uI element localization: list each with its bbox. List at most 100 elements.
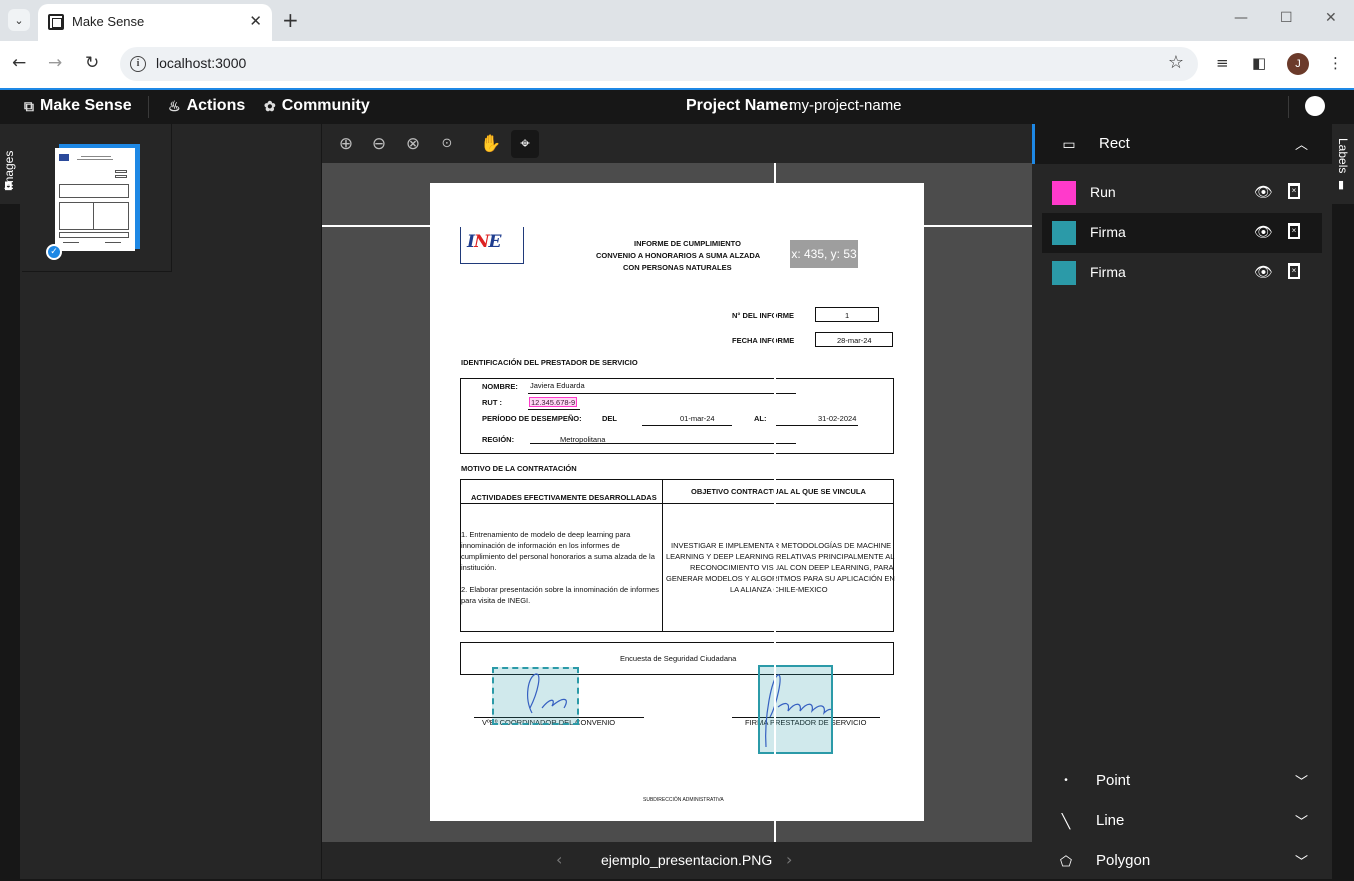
- annotation-run-box[interactable]: [529, 397, 577, 407]
- label-color-swatch[interactable]: [1052, 221, 1076, 245]
- editor-area[interactable]: ⊕ ⊖ ⊗ ⊙ ✋ ⌖ INE INFORME DE CUMPLIMIENTO …: [322, 124, 1032, 879]
- app-top-navigation: ⧉ Make Sense ♨ Actions ✿ Community Proje…: [0, 90, 1354, 124]
- hand-icon[interactable]: ✋: [477, 130, 505, 158]
- plant-icon: ✿: [264, 97, 276, 114]
- eye-icon[interactable]: 👁: [1254, 223, 1273, 241]
- side-panel-icon[interactable]: ◧: [1252, 54, 1266, 72]
- polygon-section-label: Polygon: [1096, 852, 1151, 869]
- url-text: localhost:3000: [156, 55, 247, 71]
- region-underline: [530, 443, 796, 444]
- eye-icon[interactable]: 👁: [1254, 183, 1273, 201]
- trash-icon[interactable]: ×: [1288, 263, 1300, 279]
- objective-line3: RECONOCIMIENTO VISUAL CON DEEP LEARNING,…: [690, 563, 894, 572]
- rut-label: RUT :: [482, 398, 502, 407]
- tab-search-button[interactable]: ⌄: [8, 9, 30, 31]
- actions-label: Actions: [186, 97, 246, 114]
- reload-icon[interactable]: ↻: [85, 53, 99, 73]
- polygon-section-header[interactable]: ⬠ Polygon ﹀: [1032, 841, 1332, 881]
- point-section-header[interactable]: • Point ﹀: [1032, 761, 1332, 801]
- bookmark-star-icon[interactable]: ☆: [1168, 52, 1184, 73]
- doc-header-1: INFORME DE CUMPLIMIENTO: [634, 239, 741, 248]
- community-label: Community: [281, 97, 370, 114]
- maximize-icon[interactable]: ☐: [1280, 10, 1293, 26]
- label-name[interactable]: Firma: [1090, 264, 1126, 280]
- line-icon: ╲: [1061, 813, 1071, 829]
- trash-icon[interactable]: ×: [1288, 183, 1300, 199]
- eye-icon[interactable]: 👁: [1254, 263, 1273, 281]
- zoom-out-icon[interactable]: ⊖: [365, 130, 393, 158]
- labels-side-tab[interactable]: Labels ▮: [1332, 124, 1354, 879]
- zoom-in-icon[interactable]: ⊕: [332, 130, 360, 158]
- crosshair-vertical-guide: [774, 163, 776, 842]
- next-image-icon[interactable]: ›: [786, 850, 792, 869]
- actions-menu[interactable]: ♨ Actions: [168, 97, 245, 115]
- image-thumbnail[interactable]: ✓: [22, 124, 172, 272]
- site-info-icon[interactable]: i: [130, 56, 146, 72]
- al-value: 31-02-2024: [818, 414, 857, 423]
- label-row-firma-selected[interactable]: Firma 👁 ×: [1042, 213, 1322, 253]
- label-row-run[interactable]: Run 👁 ×: [1042, 173, 1322, 213]
- point-section-label: Point: [1096, 772, 1131, 789]
- new-tab-button[interactable]: +: [282, 9, 299, 31]
- back-arrow-icon[interactable]: ←: [12, 53, 26, 73]
- forward-arrow-icon[interactable]: →: [48, 53, 62, 73]
- activity1-line4: institución.: [461, 563, 497, 572]
- browser-toolbar: ← → ↻ i localhost:3000 ☆ ≡ ◧ J ⋮: [0, 41, 1354, 88]
- zoom-fit-icon[interactable]: ⊗: [399, 130, 427, 158]
- address-bar[interactable]: i localhost:3000 ☆: [120, 47, 1198, 81]
- chevron-down-icon[interactable]: ﹀: [1295, 811, 1308, 830]
- doc-header-2: CONVENIO A HONORARIOS A SUMA ALZADA: [596, 251, 761, 260]
- annotation-firma-box-selected[interactable]: [492, 667, 579, 725]
- crosshair-icon[interactable]: ⌖: [511, 130, 539, 158]
- brand-link[interactable]: ⧉ Make Sense: [24, 97, 132, 115]
- chevron-down-icon[interactable]: ﹀: [1295, 851, 1308, 870]
- browser-menu-icon[interactable]: ⋮: [1328, 54, 1343, 72]
- media-control-icon[interactable]: ≡: [1216, 54, 1229, 72]
- del-label: DEL: [602, 414, 617, 423]
- window-close-icon[interactable]: ✕: [1325, 10, 1337, 26]
- motivo-table-header-line: [460, 503, 894, 504]
- rect-section-header[interactable]: ▭ Rect ︿: [1032, 124, 1332, 164]
- thumbnail-image: [55, 148, 135, 251]
- chevron-up-icon[interactable]: ︿: [1295, 134, 1308, 153]
- project-name-label: Project Name:: [686, 97, 794, 114]
- project-name-input[interactable]: my-project-name: [789, 97, 902, 114]
- images-side-tab[interactable]: Images ◘: [0, 124, 20, 879]
- label-name[interactable]: Run: [1090, 184, 1116, 200]
- label-color-swatch[interactable]: [1052, 261, 1076, 285]
- profile-avatar[interactable]: J: [1287, 53, 1309, 75]
- community-menu[interactable]: ✿ Community: [264, 97, 370, 115]
- editor-toolbar: ⊕ ⊖ ⊗ ⊙ ✋ ⌖: [322, 124, 1032, 163]
- objective-line1: INVESTIGAR E IMPLEMENTAR METODOLOGÍAS DE…: [671, 541, 892, 550]
- checked-icon: ✓: [46, 244, 62, 260]
- minimize-icon[interactable]: —: [1234, 10, 1248, 26]
- activity2-line2: para visita de INEGI.: [461, 596, 531, 605]
- tab-close-icon[interactable]: ✕: [249, 12, 262, 30]
- zoom-max-icon[interactable]: ⊙: [433, 130, 461, 158]
- rect-section-label: Rect: [1099, 135, 1130, 152]
- chevron-down-icon[interactable]: ﹀: [1295, 771, 1308, 790]
- activity2-line1: 2. Elaborar presentación sobre la innomi…: [461, 585, 660, 594]
- ident-title: IDENTIFICACIÓN DEL PRESTADOR DE SERVICIO: [461, 358, 638, 367]
- line-section-header[interactable]: ╲ Line ﹀: [1032, 801, 1332, 841]
- image-filename: ejemplo_presentacion.PNG: [601, 852, 773, 868]
- browser-tab[interactable]: Make Sense ✕: [38, 4, 272, 41]
- browser-tabstrip: ⌄ Make Sense ✕ + — ☐ ✕: [0, 0, 1354, 41]
- col1-header: ACTIVIDADES EFECTIVAMENTE DESARROLLADAS: [471, 493, 657, 502]
- annotation-firma-box[interactable]: [758, 665, 833, 754]
- label-name[interactable]: Firma: [1090, 224, 1126, 240]
- divider: [148, 96, 149, 118]
- activity1-line2: innominación de información en los infor…: [461, 541, 620, 550]
- activity1-line1: 1. Entrenamiento de modelo de deep learn…: [461, 530, 631, 539]
- trash-icon[interactable]: ×: [1288, 223, 1300, 239]
- github-icon[interactable]: [1305, 96, 1325, 116]
- objective-line4: GENERAR MODELOS Y ALGORITMOS PARA SU APL…: [666, 574, 895, 583]
- label-row-firma[interactable]: Firma 👁 ×: [1042, 253, 1322, 293]
- images-panel: ✓: [20, 124, 322, 879]
- nombre-underline: [528, 393, 796, 394]
- previous-image-icon[interactable]: ‹: [556, 850, 562, 869]
- label-color-swatch[interactable]: [1052, 181, 1076, 205]
- polygon-icon: ⬠: [1059, 853, 1073, 869]
- doc-header-3: CON PERSONAS NATURALES: [623, 263, 732, 272]
- n-informe-value: 1: [845, 311, 850, 320]
